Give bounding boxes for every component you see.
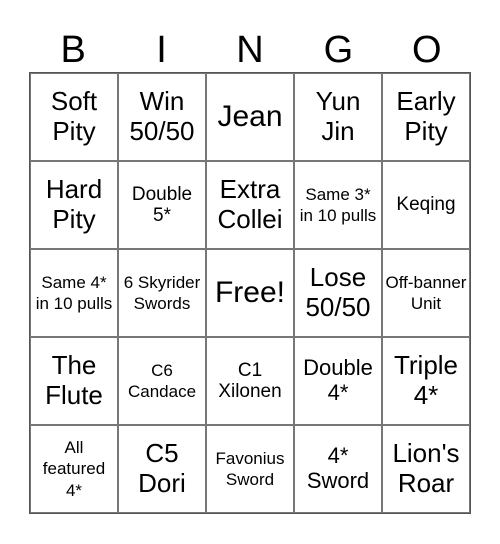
bingo-cell[interactable]: Win 50/50 (118, 73, 206, 161)
header-letter-o: O (411, 29, 442, 71)
bingo-cell[interactable]: C6 Candace (118, 337, 206, 425)
bingo-cell[interactable]: The Flute (30, 337, 118, 425)
bingo-cell[interactable]: Soft Pity (30, 73, 118, 161)
bingo-cell[interactable]: Double 5* (118, 161, 206, 249)
bingo-header: B I N G O (29, 28, 471, 72)
bingo-cell[interactable]: Same 3* in 10 pulls (294, 161, 382, 249)
bingo-cell[interactable]: 6 Skyrider Swords (118, 249, 206, 337)
bingo-cell[interactable]: C1 Xilonen (206, 337, 294, 425)
bingo-cell[interactable]: Double 4* (294, 337, 382, 425)
bingo-cell[interactable]: Favonius Sword (206, 425, 294, 513)
header-letter-n: N (236, 29, 264, 71)
bingo-cell[interactable]: Triple 4* (382, 337, 470, 425)
bingo-cell[interactable]: Extra Collei (206, 161, 294, 249)
bingo-cell[interactable]: Lose 50/50 (294, 249, 382, 337)
bingo-cell[interactable]: Keqing (382, 161, 470, 249)
bingo-cell[interactable]: Lion's Roar (382, 425, 470, 513)
bingo-cell[interactable]: All featured 4* (30, 425, 118, 513)
header-letter-i: I (156, 29, 167, 71)
bingo-cell[interactable]: Early Pity (382, 73, 470, 161)
bingo-cell[interactable]: Same 4* in 10 pulls (30, 249, 118, 337)
bingo-card: Soft Pity Win 50/50 Jean Yun Jin Early P… (29, 72, 471, 514)
bingo-cell[interactable]: Hard Pity (30, 161, 118, 249)
bingo-cell[interactable]: 4* Sword (294, 425, 382, 513)
bingo-cell[interactable]: Off-banner Unit (382, 249, 470, 337)
bingo-cell[interactable]: C5 Dori (118, 425, 206, 513)
bingo-cell[interactable]: Jean (206, 73, 294, 161)
header-letter-g: G (323, 29, 354, 71)
header-letter-b: B (60, 29, 86, 71)
free-space[interactable]: Free! (206, 249, 294, 337)
bingo-cell[interactable]: Yun Jin (294, 73, 382, 161)
